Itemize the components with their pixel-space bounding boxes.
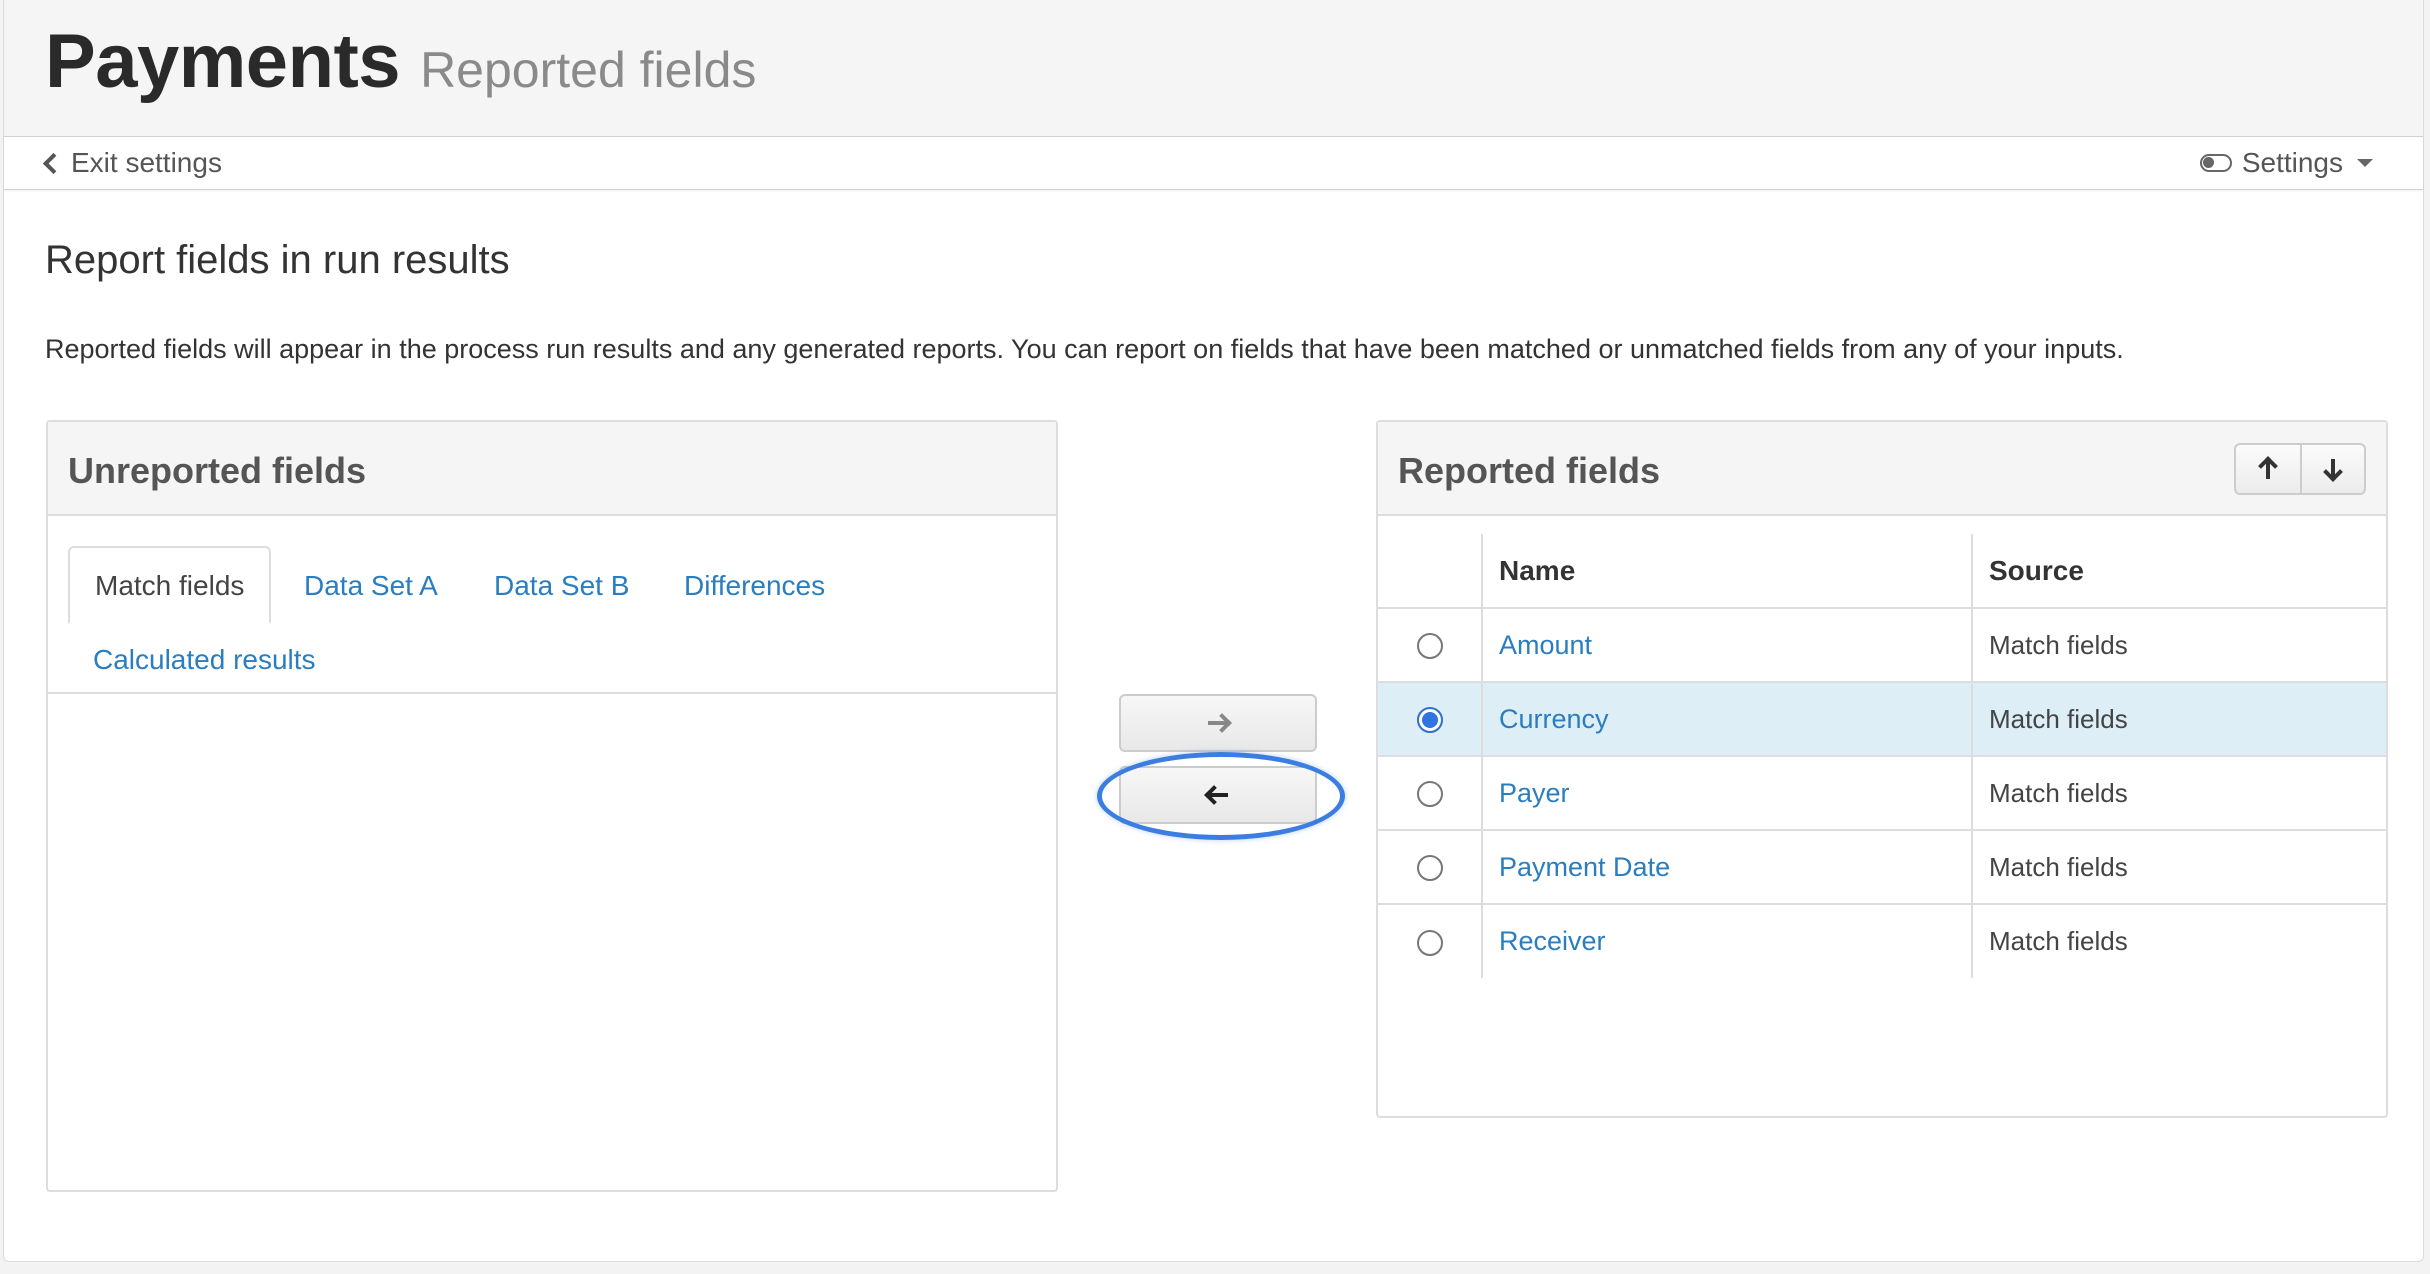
row-radio[interactable] xyxy=(1416,929,1443,956)
settings-label: Settings xyxy=(2241,147,2343,178)
unreported-fields-panel: Unreported fields Match fields Data Set … xyxy=(46,420,1058,1192)
table-row[interactable]: Payment Date Match fields xyxy=(1378,830,2386,905)
row-radio-checked[interactable] xyxy=(1416,707,1443,734)
move-right-button[interactable] xyxy=(1119,694,1317,752)
select-column-header xyxy=(1378,534,1482,609)
unreported-panel-header: Unreported fields xyxy=(48,422,1056,516)
reorder-buttons xyxy=(2234,443,2366,495)
name-column-header: Name xyxy=(1481,534,1973,609)
field-name-link[interactable]: Payment Date xyxy=(1499,852,1670,882)
field-source: Match fields xyxy=(1989,777,2128,808)
reported-panel-title: Reported fields xyxy=(1398,450,1661,491)
caret-down-icon xyxy=(2357,159,2373,167)
settings-dropdown[interactable]: Settings xyxy=(2199,147,2373,179)
section-description: Reported fields will appear in the proce… xyxy=(45,334,2124,364)
field-name-link[interactable]: Payer xyxy=(1499,778,1570,808)
arrow-down-icon xyxy=(2322,457,2344,482)
field-source: Match fields xyxy=(1989,629,2128,660)
page-title: Payments Reported fields xyxy=(45,18,756,105)
arrow-right-icon xyxy=(1206,711,1232,735)
source-tabs: Match fields Data Set A Data Set B Diffe… xyxy=(48,516,1056,694)
tab-calculated-results[interactable]: Calculated results xyxy=(93,644,316,676)
unreported-panel-title: Unreported fields xyxy=(68,450,367,491)
page-title-text: Payments xyxy=(45,19,401,104)
reported-panel-header: Reported fields xyxy=(1378,422,2386,516)
table-row[interactable]: Payer Match fields xyxy=(1378,756,2386,831)
row-radio[interactable] xyxy=(1416,633,1443,660)
field-name-link[interactable]: Amount xyxy=(1499,630,1592,660)
field-source: Match fields xyxy=(1989,703,2128,734)
arrow-up-icon xyxy=(2257,456,2279,481)
field-name-link[interactable]: Currency xyxy=(1499,704,1609,734)
tab-differences[interactable]: Differences xyxy=(684,570,825,602)
field-name-link[interactable]: Receiver xyxy=(1499,926,1606,956)
table-row[interactable]: Amount Match fields xyxy=(1378,608,2386,683)
chevron-left-icon xyxy=(42,152,65,175)
reported-fields-table: Name Source Amount Match fields Currency… xyxy=(1378,534,2386,978)
page-header: Payments Reported fields xyxy=(4,0,2423,136)
reported-fields-panel: Reported fields Name Source Amount Match… xyxy=(1376,420,2388,1118)
move-left-button[interactable] xyxy=(1119,766,1317,824)
tab-data-set-b[interactable]: Data Set B xyxy=(494,570,629,602)
field-source: Match fields xyxy=(1989,851,2128,882)
page-subtitle: Reported fields xyxy=(420,42,757,98)
table-row-selected[interactable]: Currency Match fields xyxy=(1378,682,2386,757)
source-column-header: Source xyxy=(1972,534,2386,609)
settings-page: Payments Reported fields Exit settings Se… xyxy=(3,0,2424,1262)
section-title: Report fields in run results xyxy=(45,238,510,282)
tab-data-set-a[interactable]: Data Set A xyxy=(304,570,438,602)
field-source: Match fields xyxy=(1989,926,2128,956)
move-up-button[interactable] xyxy=(2236,445,2300,493)
move-down-button[interactable] xyxy=(2300,445,2364,493)
toggle-icon xyxy=(2199,154,2232,172)
arrow-left-icon xyxy=(1204,783,1230,807)
exit-settings-label: Exit settings xyxy=(71,147,222,178)
exit-settings-link[interactable]: Exit settings xyxy=(42,147,222,179)
row-radio[interactable] xyxy=(1416,781,1443,808)
row-radio[interactable] xyxy=(1416,855,1443,882)
table-header-row: Name Source xyxy=(1378,534,2386,609)
settings-toolbar: Exit settings Settings xyxy=(4,136,2423,190)
table-row[interactable]: Receiver Match fields xyxy=(1378,904,2386,978)
tab-match-fields[interactable]: Match fields xyxy=(68,546,272,624)
